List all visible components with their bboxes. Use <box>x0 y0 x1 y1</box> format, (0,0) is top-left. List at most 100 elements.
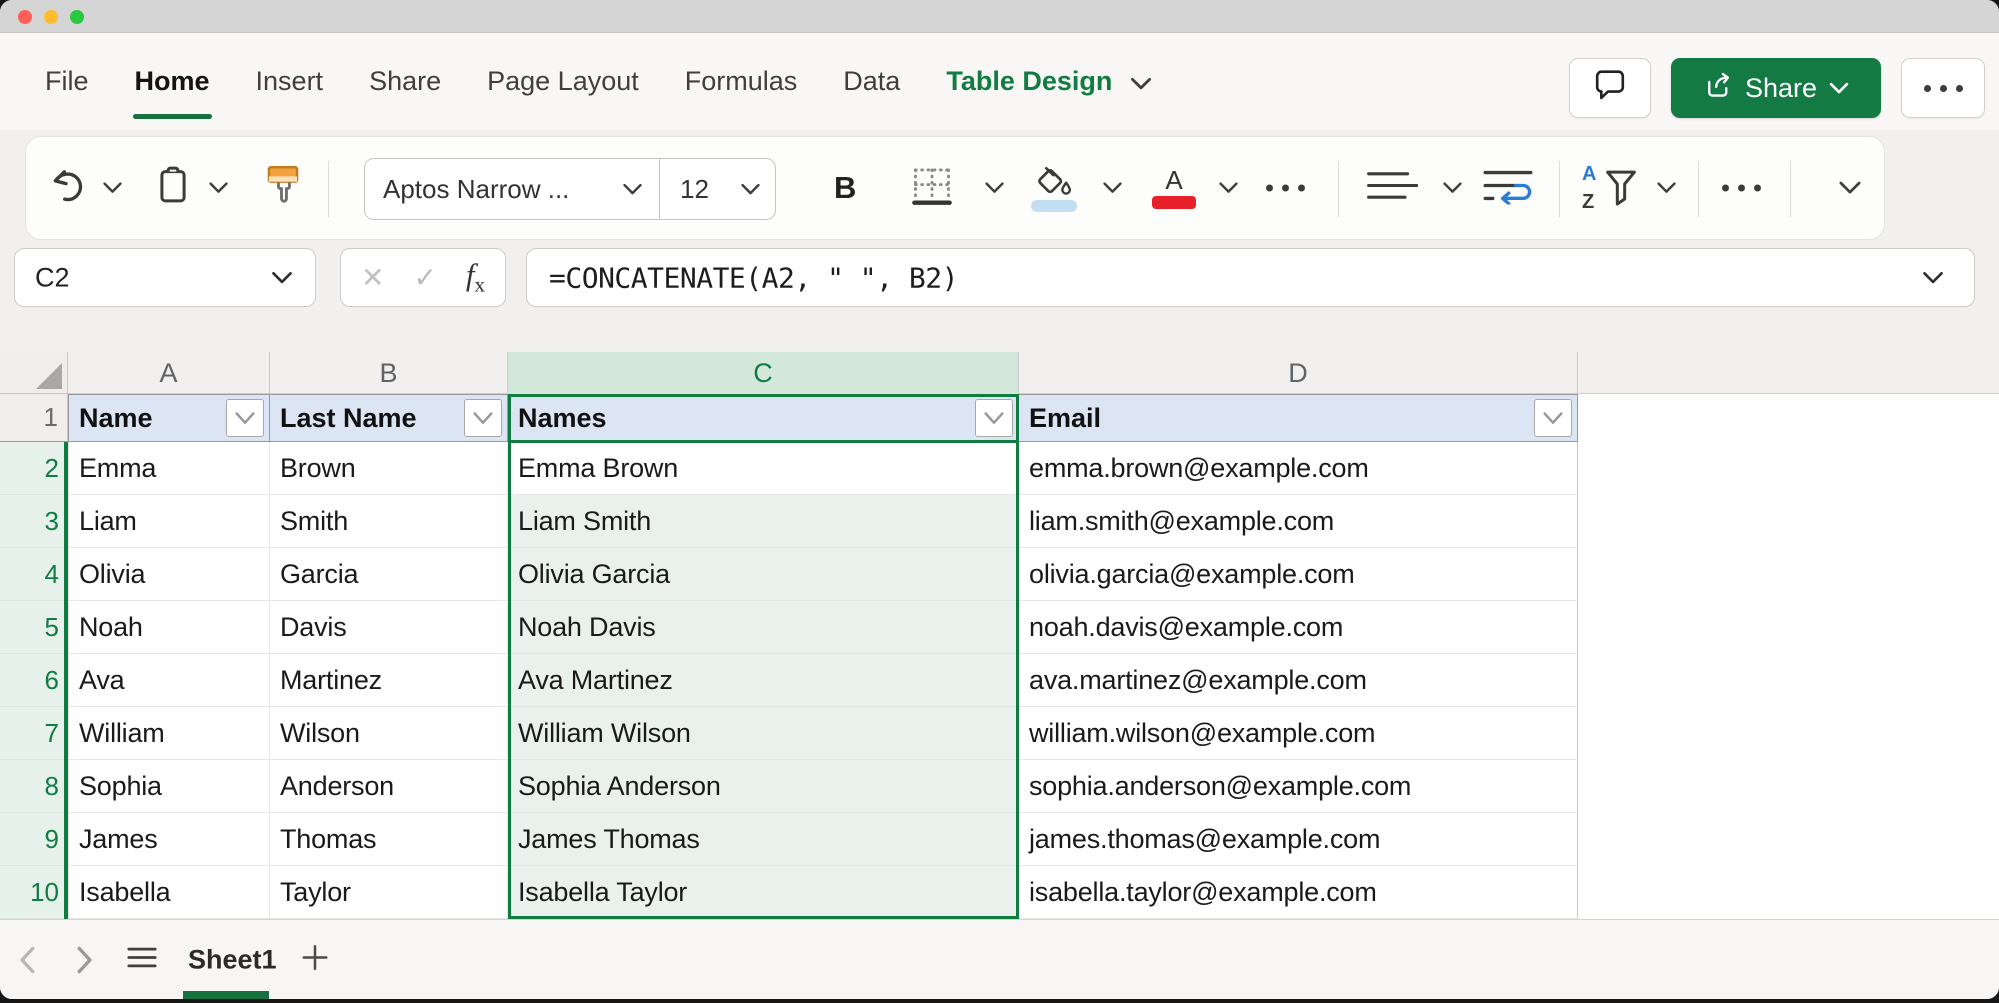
column-header-C[interactable]: C <box>508 352 1019 394</box>
cell-B5[interactable]: Davis <box>270 601 508 654</box>
cell-D2[interactable]: emma.brown@example.com <box>1019 442 1578 495</box>
column-header-A[interactable]: A <box>68 352 270 394</box>
sheet-tab-sheet1[interactable]: Sheet1 <box>188 944 277 975</box>
filter-button-email[interactable] <box>1534 399 1572 437</box>
cell-C3[interactable]: Liam Smith <box>508 495 1019 548</box>
insert-function-icon[interactable]: fx <box>466 257 485 298</box>
tab-formulas[interactable]: Formulas <box>685 33 798 130</box>
sheet-list-button[interactable] <box>126 945 158 974</box>
tab-insert[interactable]: Insert <box>256 33 324 130</box>
borders-button[interactable] <box>910 164 954 213</box>
cell-D8[interactable]: sophia.anderson@example.com <box>1019 760 1578 813</box>
previous-sheet-button[interactable] <box>16 945 38 975</box>
font-color-dropdown[interactable] <box>1218 182 1239 195</box>
row-header-5[interactable]: 5 <box>0 601 68 654</box>
cell-A6[interactable]: Ava <box>68 654 270 707</box>
alignment-dropdown[interactable] <box>1442 182 1463 195</box>
comments-button[interactable] <box>1569 58 1651 118</box>
header-cell-D1[interactable]: Email <box>1019 394 1578 442</box>
share-button[interactable]: Share <box>1671 58 1881 118</box>
cell-B4[interactable]: Garcia <box>270 548 508 601</box>
tab-page-layout[interactable]: Page Layout <box>487 33 639 130</box>
cell-B6[interactable]: Martinez <box>270 654 508 707</box>
zoom-window-button[interactable] <box>70 10 84 24</box>
cell-A3[interactable]: Liam <box>68 495 270 548</box>
select-all-corner[interactable] <box>0 352 68 394</box>
cell-C10[interactable]: Isabella Taylor <box>508 866 1019 919</box>
cell-D7[interactable]: william.wilson@example.com <box>1019 707 1578 760</box>
filter-button-name[interactable] <box>226 399 264 437</box>
tab-home[interactable]: Home <box>132 33 212 130</box>
cell-C6[interactable]: Ava Martinez <box>508 654 1019 707</box>
fill-color-dropdown[interactable] <box>1102 182 1123 195</box>
tab-share[interactable]: Share <box>369 33 441 130</box>
column-header-B[interactable]: B <box>270 352 508 394</box>
paste-dropdown[interactable] <box>208 182 229 195</box>
add-sheet-button[interactable] <box>300 942 330 977</box>
more-font-options-button[interactable] <box>1266 184 1305 192</box>
row-header-3[interactable]: 3 <box>0 495 68 548</box>
undo-dropdown[interactable] <box>102 182 123 195</box>
cell-D9[interactable]: james.thomas@example.com <box>1019 813 1578 866</box>
fill-color-button[interactable] <box>1030 164 1078 212</box>
cell-B8[interactable]: Anderson <box>270 760 508 813</box>
collapse-ribbon-button[interactable] <box>1838 181 1862 196</box>
wrap-text-button[interactable] <box>1482 167 1534 210</box>
tab-file[interactable]: File <box>45 33 89 130</box>
cell-B10[interactable]: Taylor <box>270 866 508 919</box>
cell-D10[interactable]: isabella.taylor@example.com <box>1019 866 1578 919</box>
row-header-2[interactable]: 2 <box>0 442 68 495</box>
cell-B9[interactable]: Thomas <box>270 813 508 866</box>
column-header-D[interactable]: D <box>1019 352 1578 394</box>
font-size-combobox[interactable]: 12 <box>660 159 775 219</box>
cell-A5[interactable]: Noah <box>68 601 270 654</box>
row-header-7[interactable]: 7 <box>0 707 68 760</box>
more-options-button[interactable] <box>1901 58 1985 118</box>
cell-A7[interactable]: William <box>68 707 270 760</box>
cell-C9[interactable]: James Thomas <box>508 813 1019 866</box>
filter-button-names[interactable] <box>975 399 1013 437</box>
paste-button[interactable] <box>154 165 192 212</box>
undo-button[interactable] <box>48 166 88 211</box>
header-cell-A1[interactable]: Name <box>68 394 270 442</box>
tab-data[interactable]: Data <box>843 33 900 130</box>
cell-A4[interactable]: Olivia <box>68 548 270 601</box>
row-header-1[interactable]: 1 <box>0 394 68 442</box>
cell-C8[interactable]: Sophia Anderson <box>508 760 1019 813</box>
cell-B3[interactable]: Smith <box>270 495 508 548</box>
cancel-icon[interactable]: ✕ <box>361 261 384 294</box>
cell-C7[interactable]: William Wilson <box>508 707 1019 760</box>
cell-A8[interactable]: Sophia <box>68 760 270 813</box>
enter-icon[interactable]: ✓ <box>413 261 436 294</box>
cell-B7[interactable]: Wilson <box>270 707 508 760</box>
name-box[interactable]: C2 <box>14 248 316 307</box>
format-painter-button[interactable] <box>264 163 302 214</box>
row-header-6[interactable]: 6 <box>0 654 68 707</box>
row-header-10[interactable]: 10 <box>0 866 68 919</box>
font-color-button[interactable]: A <box>1152 167 1196 209</box>
cell-A9[interactable]: James <box>68 813 270 866</box>
formula-bar[interactable]: =CONCATENATE(A2, " ", B2) <box>526 248 1975 307</box>
header-cell-B1[interactable]: Last Name <box>270 394 508 442</box>
row-header-4[interactable]: 4 <box>0 548 68 601</box>
sort-filter-dropdown[interactable] <box>1656 182 1677 195</box>
cell-D5[interactable]: noah.davis@example.com <box>1019 601 1578 654</box>
sort-filter-button[interactable]: A Z <box>1582 163 1638 213</box>
close-window-button[interactable] <box>18 10 32 24</box>
bold-button[interactable]: B <box>834 170 856 206</box>
minimize-window-button[interactable] <box>44 10 58 24</box>
cell-D6[interactable]: ava.martinez@example.com <box>1019 654 1578 707</box>
filter-button-last-name[interactable] <box>464 399 502 437</box>
chevron-down-icon[interactable] <box>1130 77 1152 91</box>
borders-dropdown[interactable] <box>984 182 1005 195</box>
font-name-combobox[interactable]: Aptos Narrow ... <box>365 159 659 219</box>
cell-C2[interactable]: Emma Brown <box>508 442 1019 495</box>
more-ribbon-commands-button[interactable] <box>1722 184 1761 192</box>
cell-D4[interactable]: olivia.garcia@example.com <box>1019 548 1578 601</box>
row-header-9[interactable]: 9 <box>0 813 68 866</box>
cell-D3[interactable]: liam.smith@example.com <box>1019 495 1578 548</box>
cell-B2[interactable]: Brown <box>270 442 508 495</box>
cell-A2[interactable]: Emma <box>68 442 270 495</box>
alignment-button[interactable] <box>1366 169 1419 208</box>
tab-table-design[interactable]: Table Design <box>946 33 1112 130</box>
